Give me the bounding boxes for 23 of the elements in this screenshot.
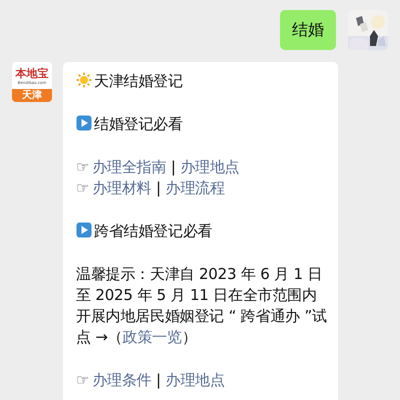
link[interactable]: 办理流程 [165,179,225,197]
logo-text: 本地宝 [16,67,48,80]
pointing-hand-icon: ☞ [76,371,90,389]
pointing-hand-icon: ☞ [76,179,90,197]
link[interactable]: 办理全指南 [92,158,166,176]
heading-text: 结婚登记必看 [94,115,183,133]
separator: | [156,179,161,197]
pointing-hand-icon: ☞ [76,158,90,176]
play-icon [76,222,92,238]
link[interactable]: 办理地点 [180,158,240,176]
city-label: 天津 [12,89,52,102]
link[interactable]: 办理地点 [165,371,225,389]
link[interactable]: 政策一览 [122,328,182,346]
link[interactable]: 办理材料 [92,179,152,197]
separator: | [170,158,176,176]
notice-text: 温馨提示：天津自 2023 年 6 月 1 日至 2025 年 5 月 11 日在全市范围内开展内地居民婚姻登记 “ 跨省通办 ”试点 →（政策一览） [76,265,327,346]
title-text: 天津结婚登记 [94,72,183,90]
sun-icon [76,72,92,88]
separator: | [156,371,161,389]
heading-text: 跨省结婚登记必看 [94,222,212,240]
play-icon [76,115,92,131]
link[interactable]: 办理条件 [92,371,152,389]
message-bubble: 结婚 [280,10,336,50]
